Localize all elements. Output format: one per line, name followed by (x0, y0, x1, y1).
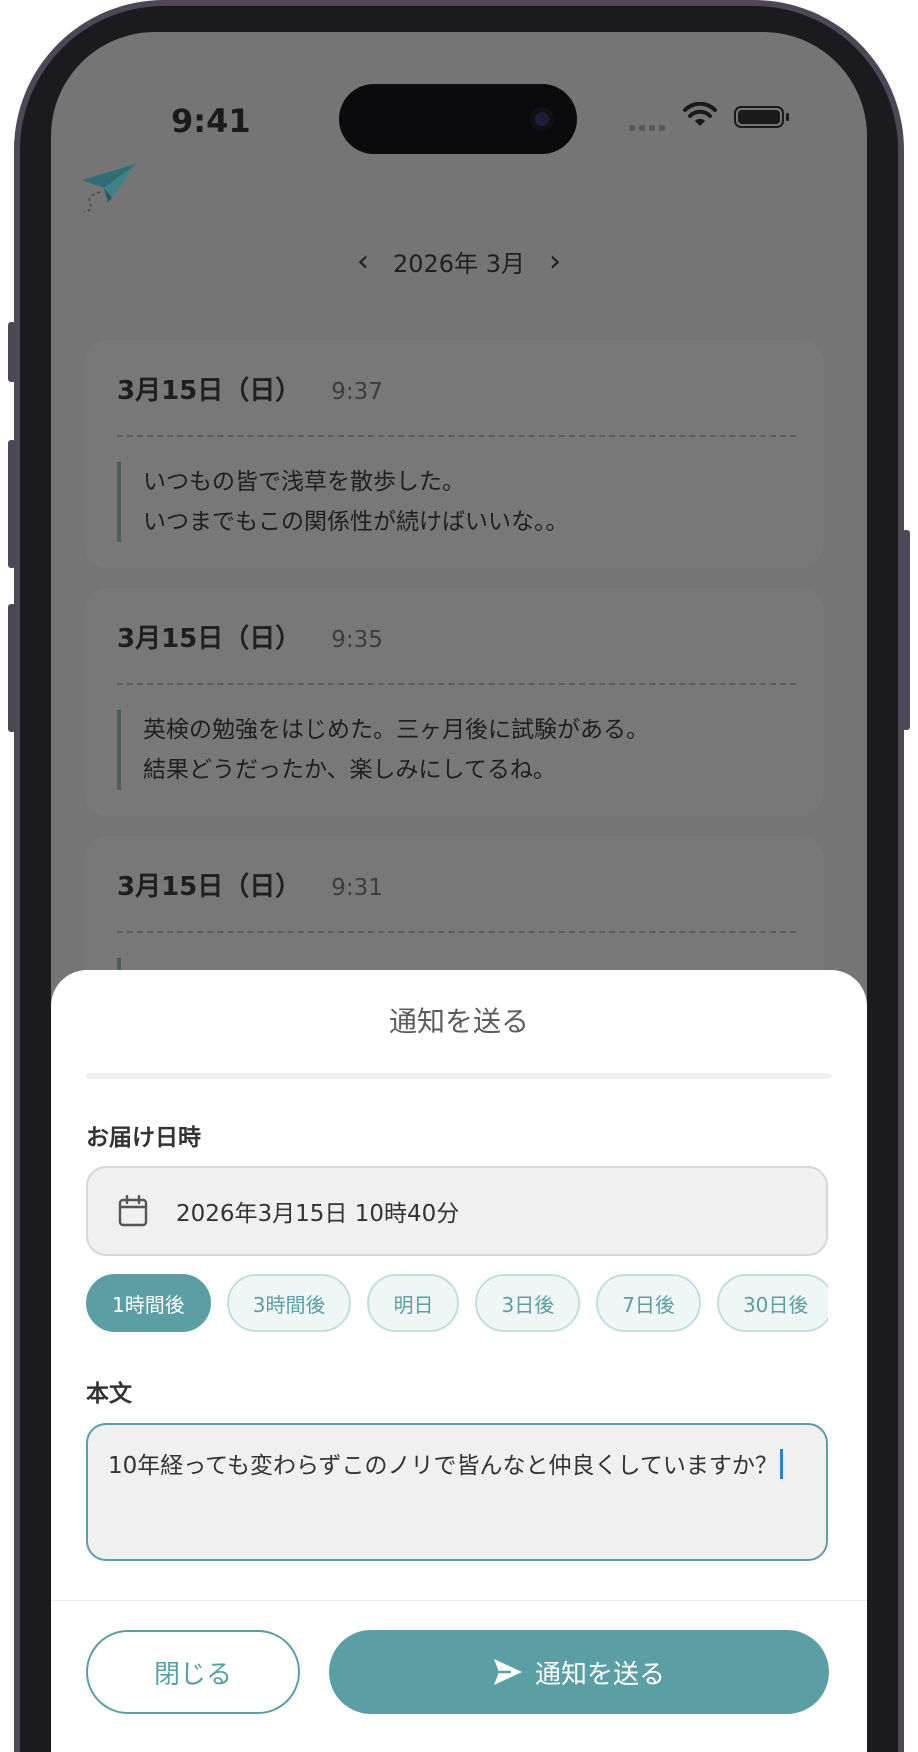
chip-1-hour[interactable]: 1時間後 (86, 1274, 211, 1332)
close-button[interactable]: 閉じる (86, 1630, 300, 1714)
send-notification-sheet: 通知を送る お届け日時 2026年3月15日 10時40分 1時間後 3時間後 … (51, 970, 867, 1752)
message-text: 10年経っても変わらずこのノリで皆んなと仲良くしていますか？ (108, 1453, 778, 1479)
paper-plane-logo-icon (82, 164, 136, 213)
chip-tomorrow[interactable]: 明日 (367, 1274, 460, 1332)
month-label: 2026年 3月 (393, 250, 525, 278)
sheet-divider (86, 1073, 832, 1079)
chevron-left-icon[interactable]: ‹ (357, 246, 369, 277)
close-button-label: 閉じる (153, 1659, 232, 1690)
battery-icon (734, 106, 789, 128)
send-notification-button[interactable]: 通知を送る (329, 1630, 829, 1714)
entry-divider (117, 931, 796, 933)
chip-30-days[interactable]: 30日後 (716, 1274, 828, 1332)
entry-divider (117, 683, 796, 685)
wifi-icon (683, 102, 717, 126)
footer-divider (51, 1600, 867, 1601)
entry-date: 3月15日（日） (117, 872, 302, 902)
delivery-datetime-field[interactable]: 2026年3月15日 10時40分 (86, 1166, 828, 1256)
signal-icon (629, 125, 665, 131)
chevron-right-icon[interactable]: › (549, 246, 561, 277)
entry-line: いつまでもこの関係性が続けばいいな。。 (143, 509, 569, 535)
text-caret (779, 1449, 783, 1479)
screen: 9:41 ‹ 2026年 3月 › 3月15日（日） 9:37 いつもの皆で浅草… (51, 32, 867, 1752)
entry-time: 9:31 (331, 875, 383, 901)
entry-body: 英検の勉強をはじめた。三ヶ月後に試験がある。 結果どうだったか、楽しみにしてるね… (117, 710, 649, 790)
send-button-label: 通知を送る (534, 1659, 665, 1690)
dynamic-island (339, 84, 577, 154)
month-navigator: ‹ 2026年 3月 › (51, 244, 867, 279)
entry-line: 結果どうだったか、楽しみにしてるね。 (143, 757, 556, 783)
entry-body: いつもの皆で浅草を散歩した。 いつまでもこの関係性が続けばいいな。。 (117, 462, 569, 542)
entry-line: 英検の勉強をはじめた。三ヶ月後に試験がある。 (143, 717, 649, 743)
chip-3-days[interactable]: 3日後 (475, 1274, 581, 1332)
delivery-datetime-value: 2026年3月15日 10時40分 (176, 1201, 460, 1227)
message-textarea[interactable]: 10年経っても変わらずこのノリで皆んなと仲良くしていますか？ (86, 1423, 828, 1561)
calendar-icon (118, 1195, 148, 1227)
delivery-label: お届け日時 (86, 1125, 201, 1151)
entry-line: いつもの皆で浅草を散歩した。 (143, 469, 465, 495)
status-time: 9:41 (171, 102, 251, 140)
diary-entry[interactable]: 3月15日（日） 9:35 英検の勉強をはじめた。三ヶ月後に試験がある。 結果ど… (84, 588, 824, 816)
entry-time: 9:35 (331, 627, 383, 653)
chip-3-hours[interactable]: 3時間後 (226, 1274, 352, 1332)
entry-divider (117, 435, 796, 437)
diary-entry[interactable]: 3月15日（日） 9:37 いつもの皆で浅草を散歩した。 いつまでもこの関係性が… (84, 340, 824, 568)
sheet-title: 通知を送る (388, 1005, 529, 1038)
chip-7-days[interactable]: 7日後 (596, 1274, 701, 1332)
quick-time-options: 1時間後 3時間後 明日 3日後 7日後 30日後 (86, 1274, 828, 1334)
camera-icon (530, 107, 554, 131)
entry-time: 9:37 (331, 379, 383, 405)
send-icon (493, 1659, 522, 1685)
entry-date: 3月15日（日） (117, 376, 302, 406)
entry-date: 3月15日（日） (117, 624, 302, 654)
body-label: 本文 (86, 1381, 132, 1407)
